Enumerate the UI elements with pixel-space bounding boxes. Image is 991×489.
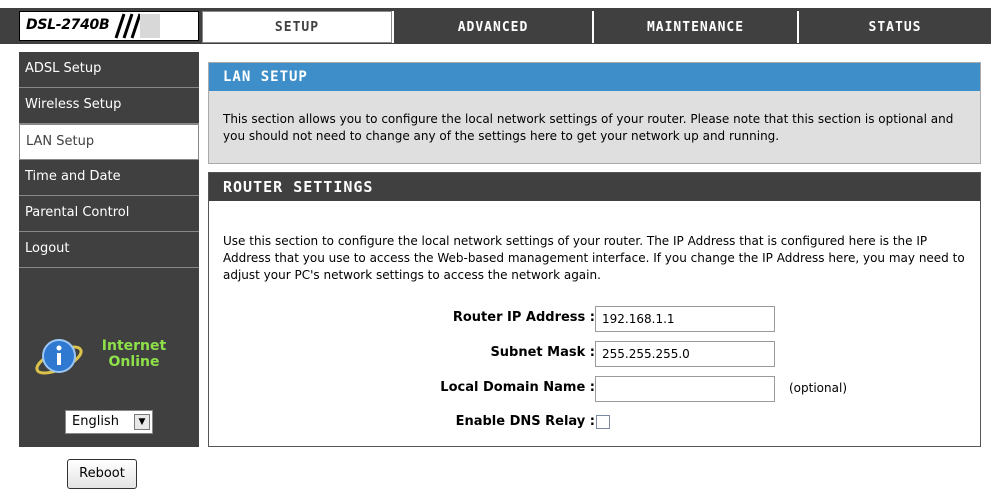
language-value: English (72, 414, 119, 429)
tab-maintenance[interactable]: MAINTENANCE (592, 11, 797, 43)
language-select[interactable]: English ▼ (65, 410, 153, 434)
tab-advanced[interactable]: ADVANCED (392, 11, 592, 43)
optional-note: (optional) (789, 381, 847, 395)
local-domain-input[interactable] (595, 376, 775, 402)
internet-status-line2: Online (108, 354, 160, 370)
local-domain-row: Local Domain Name : (optional) (209, 376, 980, 402)
router-ip-label: Router IP Address : (452, 310, 595, 325)
router-settings-panel: ROUTER SETTINGS Use this section to conf… (208, 172, 981, 447)
internet-status: Internet Online (89, 338, 179, 370)
local-domain-label: Local Domain Name : (440, 380, 595, 395)
router-settings-title: ROUTER SETTINGS (209, 173, 980, 201)
lan-setup-description: This section allows you to configure the… (223, 112, 954, 143)
dns-relay-label: Enable DNS Relay : (455, 414, 595, 429)
router-admin-page: DSL-2740B SETUP ADVANCED MAINTENANCE STA… (0, 0, 991, 489)
main-tabs: SETUP ADVANCED MAINTENANCE STATUS (202, 11, 991, 43)
router-settings-description: Use this section to configure the local … (223, 234, 965, 282)
sidebar-item-adsl-setup[interactable]: ADSL Setup (19, 52, 199, 88)
internet-status-line1: Internet (101, 338, 167, 354)
sidebar-item-parental-control[interactable]: Parental Control (19, 196, 199, 232)
main-content: LAN SETUP This section allows you to con… (202, 52, 991, 447)
reboot-button[interactable]: Reboot (67, 459, 137, 489)
subnet-mask-label: Subnet Mask : (490, 345, 595, 360)
logo-slashes-icon (114, 13, 160, 39)
sidebar-item-time-and-date[interactable]: Time and Date (19, 160, 199, 196)
sidebar: ADSL Setup Wireless Setup LAN Setup Time… (19, 52, 199, 489)
lan-setup-panel: LAN SETUP This section allows you to con… (208, 62, 981, 164)
product-logo: DSL-2740B (19, 11, 199, 41)
chevron-down-icon[interactable]: ▼ (134, 414, 150, 430)
router-ip-input[interactable] (595, 306, 775, 332)
logo-text: DSL-2740B (26, 17, 110, 33)
router-ip-row: Router IP Address : (209, 306, 980, 332)
sidebar-item-wireless-setup[interactable]: Wireless Setup (19, 88, 199, 124)
tab-setup[interactable]: SETUP (202, 11, 392, 43)
tab-status[interactable]: STATUS (797, 11, 991, 43)
sidebar-item-lan-setup[interactable]: LAN Setup (19, 124, 199, 160)
lan-setup-title: LAN SETUP (209, 63, 980, 91)
subnet-mask-row: Subnet Mask : (209, 341, 980, 367)
sidebar-item-logout[interactable]: Logout (19, 232, 199, 268)
subnet-mask-input[interactable] (595, 341, 775, 367)
internet-info-icon (35, 339, 83, 375)
dns-relay-checkbox[interactable] (596, 415, 610, 429)
dns-relay-row: Enable DNS Relay : (209, 410, 980, 436)
